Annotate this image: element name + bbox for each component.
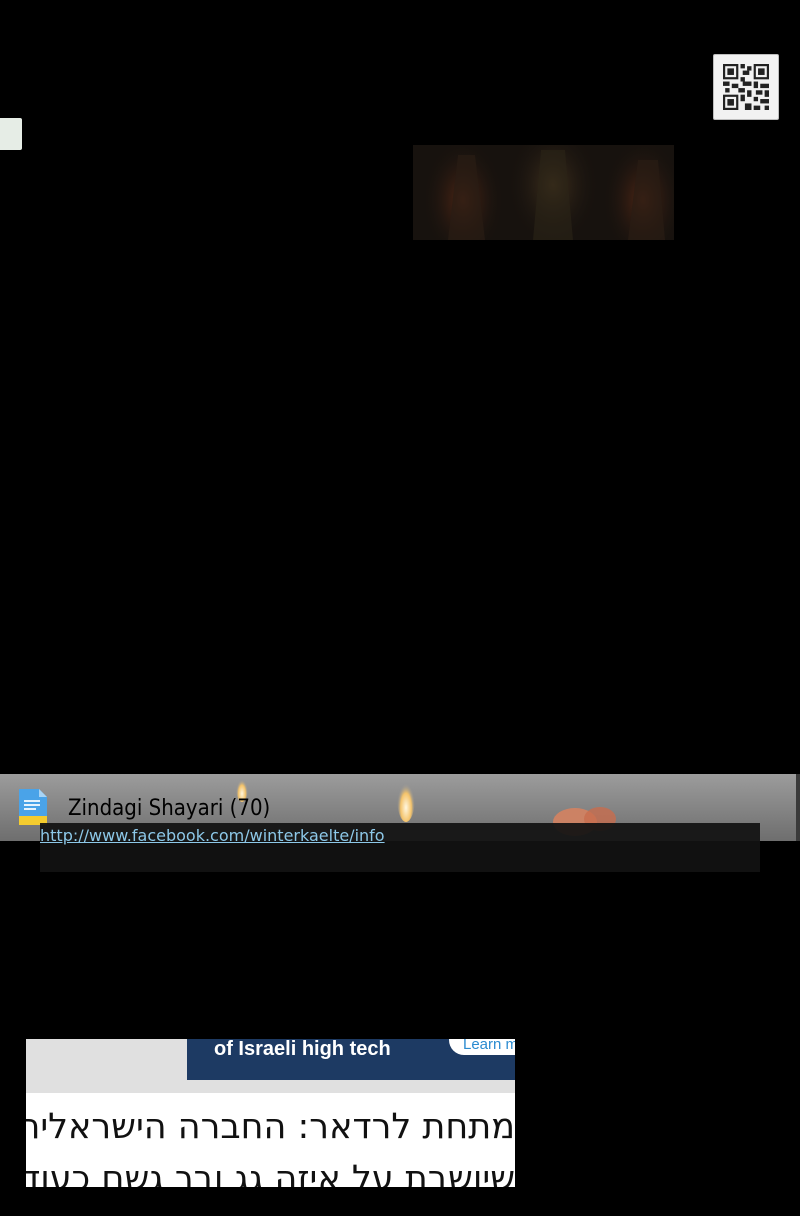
ad-banner-text: of Israeli high tech: [214, 1039, 391, 1060]
source-url-link[interactable]: http://www.facebook.com/winterkaelte/inf…: [40, 826, 385, 845]
qr-code-button[interactable]: [713, 54, 779, 120]
ad-banner[interactable]: of Israeli high tech Learn m: [187, 1039, 515, 1080]
document-icon: [18, 789, 48, 825]
news-headline[interactable]: מתחת לרדאר: החברה הישראלית: [26, 1105, 515, 1149]
wallpaper-entry-title[interactable]: Zindagi Shayari (70): [68, 794, 270, 824]
news-subheadline: שיושבת על איזה גג ובך גשם כעוד: [26, 1159, 515, 1187]
side-panel-handle[interactable]: [0, 118, 22, 150]
candle-photo-image: [413, 145, 674, 240]
ad-learn-more-button[interactable]: Learn m: [449, 1039, 515, 1055]
candle-thumbnail[interactable]: [413, 145, 674, 240]
news-card[interactable]: of Israeli high tech Learn m מתחת לרדאר:…: [26, 1039, 515, 1187]
qr-code-icon: [723, 64, 769, 110]
strip-edge: [796, 774, 800, 841]
